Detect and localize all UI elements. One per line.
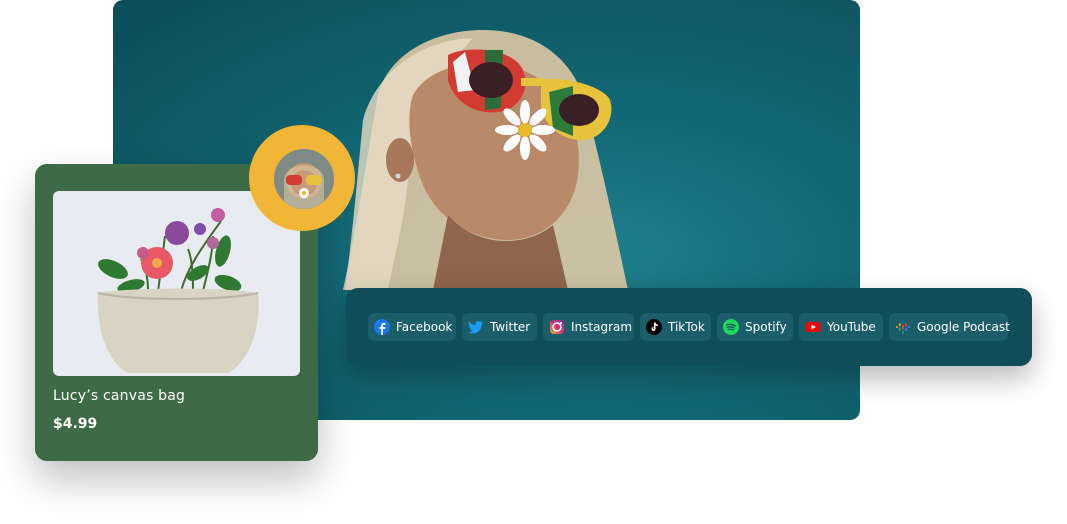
social-link-instagram[interactable]: Instagram xyxy=(543,313,634,341)
product-image xyxy=(53,191,300,376)
social-link-facebook[interactable]: Facebook xyxy=(368,313,456,341)
social-link-label: Spotify xyxy=(745,320,787,334)
avatar-photo xyxy=(274,149,334,209)
spotify-icon xyxy=(723,319,739,335)
social-link-twitter[interactable]: Twitter xyxy=(462,313,537,341)
social-link-label: Google Podcast xyxy=(917,320,1010,334)
product-name: Lucy’s canvas bag xyxy=(53,388,186,404)
social-links-bar: Facebook Twitter Instagram TikTok Spotif… xyxy=(346,288,1032,366)
social-link-label: YouTube xyxy=(827,320,876,334)
social-link-label: Instagram xyxy=(571,320,633,334)
google-podcast-icon xyxy=(895,319,911,335)
social-link-label: TikTok xyxy=(668,320,705,334)
avatar[interactable] xyxy=(249,125,355,231)
facebook-icon xyxy=(374,319,390,335)
youtube-icon xyxy=(805,319,821,335)
tiktok-icon xyxy=(646,319,662,335)
instagram-icon xyxy=(549,319,565,335)
social-link-label: Facebook xyxy=(396,320,453,334)
social-link-spotify[interactable]: Spotify xyxy=(717,313,793,341)
social-link-google-podcast[interactable]: Google Podcast xyxy=(889,313,1010,341)
social-link-label: Twitter xyxy=(490,320,531,334)
product-price: $4.99 xyxy=(53,416,98,432)
social-link-tiktok[interactable]: TikTok xyxy=(640,313,711,341)
twitter-icon xyxy=(468,319,484,335)
social-link-youtube[interactable]: YouTube xyxy=(799,313,883,341)
